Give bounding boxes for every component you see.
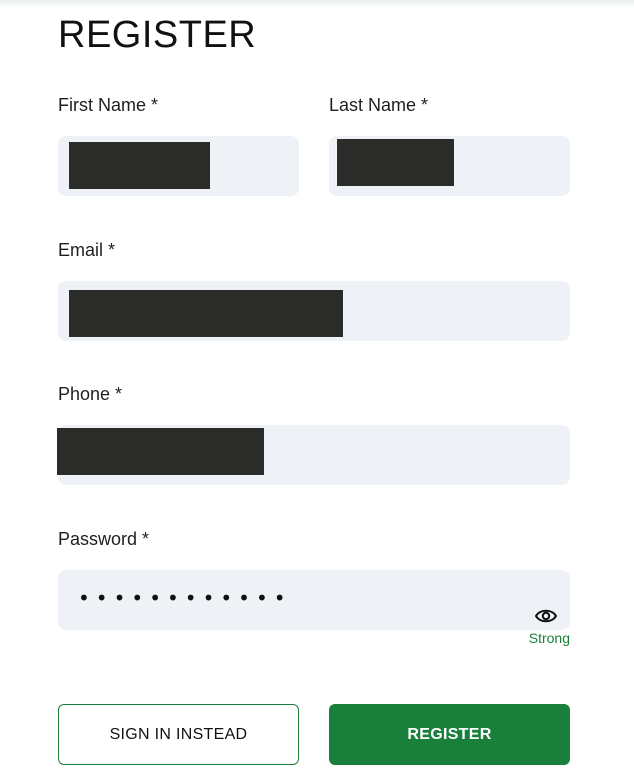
last-name-label: Last Name * xyxy=(329,95,429,115)
sign-in-instead-button[interactable]: SIGN IN INSTEAD xyxy=(58,704,299,765)
email-input[interactable] xyxy=(58,281,570,341)
first-name-label: First Name * xyxy=(58,95,159,115)
phone-label: Phone * xyxy=(58,384,123,404)
register-button[interactable]: REGISTER xyxy=(329,704,570,765)
header-shadow xyxy=(0,0,634,8)
first-name-input[interactable] xyxy=(58,136,299,196)
email-label: Email * xyxy=(58,240,116,260)
email-field: Email * xyxy=(58,239,570,341)
password-field: Password * •••••••••••• xyxy=(58,528,570,630)
eye-icon[interactable] xyxy=(534,606,558,626)
last-name-input[interactable] xyxy=(329,136,570,196)
phone-redacted-value xyxy=(57,428,264,475)
password-input[interactable]: •••••••••••• xyxy=(58,570,570,630)
page-title: REGISTER xyxy=(58,14,257,56)
last-name-field: Last Name * xyxy=(329,94,570,196)
email-redacted-value xyxy=(69,290,343,337)
password-masked-value: •••••••••••• xyxy=(78,586,292,610)
first-name-redacted-value xyxy=(69,142,210,189)
phone-input[interactable] xyxy=(57,425,570,485)
register-page: REGISTER First Name * Last Name * Email … xyxy=(0,0,634,771)
first-name-field: First Name * xyxy=(58,94,299,196)
password-label: Password * xyxy=(58,529,150,549)
password-strength-indicator: Strong xyxy=(528,630,570,646)
last-name-redacted-value xyxy=(337,139,454,186)
phone-field: Phone * xyxy=(57,383,570,485)
